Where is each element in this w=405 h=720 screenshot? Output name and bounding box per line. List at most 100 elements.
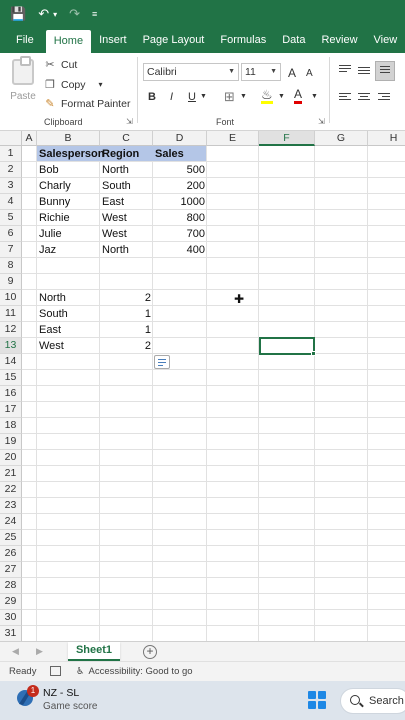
column-header-e[interactable]: E [207,131,259,146]
summary-count-cell[interactable]: 2 [100,338,153,354]
tab-review[interactable]: Review [313,28,365,53]
row-header-14[interactable]: 14 [0,354,22,370]
table-cell[interactable]: Bunny [37,194,100,210]
select-all-corner[interactable] [0,131,22,146]
table-cell[interactable]: 200 [153,178,207,194]
macro-record-icon[interactable] [50,666,61,676]
font-size-box[interactable]: 11 ▼ [241,63,281,81]
table-cell[interactable]: 1000 [153,194,207,210]
summary-region-cell[interactable]: East [37,322,100,338]
column-header-h[interactable]: H [368,131,405,146]
tab-page-layout[interactable]: Page Layout [135,28,213,53]
format-painter-button[interactable]: ✎ Format Painter [44,97,130,111]
cut-button[interactable]: ✂ Cut [44,58,77,72]
tab-file[interactable]: File [0,28,46,53]
taskbar-search[interactable]: Search [340,688,405,714]
scroll-right-icon[interactable]: ▶ [36,646,43,657]
scroll-left-icon[interactable]: ◀ [12,646,19,657]
align-center-icon[interactable] [358,93,370,102]
table-cell[interactable]: West [100,226,153,242]
table-header-cell[interactable]: Sales [153,146,207,162]
summary-count-cell[interactable]: 1 [100,306,153,322]
widget-title[interactable]: NZ - SL [43,687,79,699]
row-header-19[interactable]: 19 [0,434,22,450]
row-header-28[interactable]: 28 [0,578,22,594]
row-header-18[interactable]: 18 [0,418,22,434]
redo-icon[interactable]: ↷ [69,6,80,22]
clipboard-launcher-icon[interactable]: ⇲ [126,117,133,126]
quick-analysis-icon[interactable] [154,355,170,369]
undo-dropdown-icon[interactable]: ▾ [53,10,57,19]
row-header-1[interactable]: 1 [0,146,22,162]
customize-icon[interactable]: ≡ [92,9,97,19]
table-cell[interactable]: 700 [153,226,207,242]
accessibility-status[interactable]: ♿ Accessibility: Good to go [76,666,193,677]
bold-button[interactable]: B [148,91,156,103]
row-header-25[interactable]: 25 [0,530,22,546]
grow-font-button[interactable]: A [288,66,296,80]
summary-region-cell[interactable]: South [37,306,100,322]
row-header-22[interactable]: 22 [0,482,22,498]
table-cell[interactable]: Charly [37,178,100,194]
row-header-9[interactable]: 9 [0,274,22,290]
summary-count-cell[interactable]: 1 [100,322,153,338]
column-header-f[interactable]: F [259,131,315,146]
table-cell[interactable]: East [100,194,153,210]
row-header-26[interactable]: 26 [0,546,22,562]
row-header-10[interactable]: 10 [0,290,22,306]
table-cell[interactable]: Julie [37,226,100,242]
row-header-2[interactable]: 2 [0,162,22,178]
borders-icon[interactable]: ⊞ [224,89,235,105]
table-cell[interactable]: Richie [37,210,100,226]
font-name-box[interactable]: Calibri ▼ [143,63,239,81]
font-launcher-icon[interactable]: ⇲ [318,117,325,126]
undo-icon[interactable]: ↶ [38,6,49,22]
chevron-down-icon[interactable]: ▼ [278,93,285,100]
active-cell-selection[interactable] [259,337,316,356]
table-cell[interactable]: 500 [153,162,207,178]
summary-region-cell[interactable]: North [37,290,100,306]
table-cell[interactable]: North [100,162,153,178]
copy-button[interactable]: ❐ Copy ▾ [44,78,103,92]
table-cell[interactable]: Jaz [37,242,100,258]
add-sheet-icon[interactable]: + [143,645,157,659]
row-header-30[interactable]: 30 [0,610,22,626]
align-middle-icon[interactable] [358,67,370,76]
row-header-16[interactable]: 16 [0,386,22,402]
row-header-6[interactable]: 6 [0,226,22,242]
row-header-5[interactable]: 5 [0,210,22,226]
row-header-11[interactable]: 11 [0,306,22,322]
summary-count-cell[interactable]: 2 [100,290,153,306]
table-cell[interactable]: South [100,178,153,194]
row-header-27[interactable]: 27 [0,562,22,578]
row-header-17[interactable]: 17 [0,402,22,418]
column-header-d[interactable]: D [153,131,207,146]
chevron-down-icon[interactable]: ▼ [200,93,207,100]
row-header-12[interactable]: 12 [0,322,22,338]
tab-insert[interactable]: Insert [91,28,135,53]
row-header-20[interactable]: 20 [0,450,22,466]
table-header-cell[interactable]: Region [100,146,153,162]
row-header-3[interactable]: 3 [0,178,22,194]
chevron-down-icon[interactable]: ▼ [311,93,318,100]
table-cell[interactable]: 800 [153,210,207,226]
table-header-cell[interactable]: Salesperson [37,146,104,162]
row-header-7[interactable]: 7 [0,242,22,258]
align-top-icon[interactable] [339,65,351,74]
row-header-13[interactable]: 13 [0,338,22,354]
table-cell[interactable]: North [100,242,153,258]
table-cell[interactable]: West [100,210,153,226]
copy-dropdown-icon[interactable]: ▾ [99,80,103,89]
row-header-24[interactable]: 24 [0,514,22,530]
table-cell[interactable]: 400 [153,242,207,258]
summary-region-cell[interactable]: West [37,338,100,354]
tab-data[interactable]: Data [274,28,313,53]
italic-button[interactable]: I [170,91,173,103]
tab-home[interactable]: Home [45,30,92,53]
paste-button[interactable]: Paste [8,56,38,107]
align-bottom-icon[interactable] [375,61,395,81]
row-header-21[interactable]: 21 [0,466,22,482]
tab-formulas[interactable]: Formulas [212,28,274,53]
row-header-8[interactable]: 8 [0,258,22,274]
align-right-icon[interactable] [378,93,390,102]
